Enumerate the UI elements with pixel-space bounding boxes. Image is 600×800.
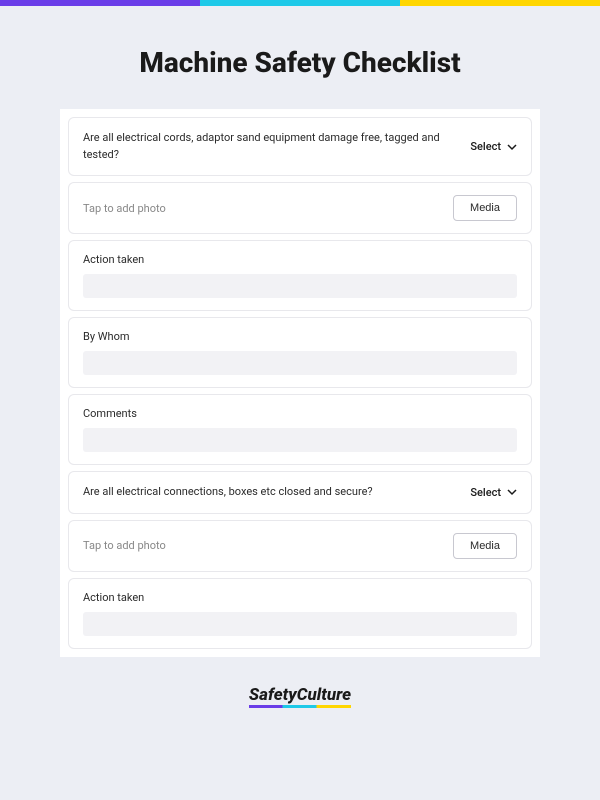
- page-title: Machine Safety Checklist: [0, 6, 600, 109]
- by-whom-card: By Whom: [68, 317, 532, 388]
- select-label: Select: [470, 140, 501, 153]
- media-placeholder: Tap to add photo: [83, 539, 166, 552]
- accent-yellow: [400, 0, 600, 6]
- question-card: Are all electrical cords, adaptor sand e…: [68, 117, 532, 176]
- select-label: Select: [470, 486, 501, 499]
- comments-input[interactable]: [83, 428, 517, 452]
- action-taken-card: Action taken: [68, 240, 532, 311]
- question-text: Are all electrical connections, boxes et…: [83, 484, 458, 501]
- media-placeholder: Tap to add photo: [83, 202, 166, 215]
- comments-card: Comments: [68, 394, 532, 465]
- action-taken-card: Action taken: [68, 578, 532, 649]
- chevron-down-icon: [507, 142, 517, 152]
- chevron-down-icon: [507, 487, 517, 497]
- top-accent-bar: [0, 0, 600, 6]
- media-card: Tap to add photo Media: [68, 182, 532, 234]
- accent-cyan: [200, 0, 400, 6]
- action-taken-label: Action taken: [83, 253, 517, 266]
- action-taken-label: Action taken: [83, 591, 517, 604]
- accent-purple: [0, 0, 200, 6]
- action-taken-input[interactable]: [83, 274, 517, 298]
- by-whom-input[interactable]: [83, 351, 517, 375]
- select-dropdown[interactable]: Select: [470, 486, 517, 499]
- select-dropdown[interactable]: Select: [470, 140, 517, 153]
- footer: SafetyCulture: [0, 657, 600, 705]
- media-button[interactable]: Media: [453, 533, 517, 559]
- comments-label: Comments: [83, 407, 517, 420]
- action-taken-input[interactable]: [83, 612, 517, 636]
- by-whom-label: By Whom: [83, 330, 517, 343]
- media-button[interactable]: Media: [453, 195, 517, 221]
- checklist-form: Are all electrical cords, adaptor sand e…: [60, 109, 540, 657]
- brand-logo: SafetyCulture: [249, 685, 351, 705]
- media-card: Tap to add photo Media: [68, 520, 532, 572]
- question-text: Are all electrical cords, adaptor sand e…: [83, 130, 458, 163]
- question-card: Are all electrical connections, boxes et…: [68, 471, 532, 514]
